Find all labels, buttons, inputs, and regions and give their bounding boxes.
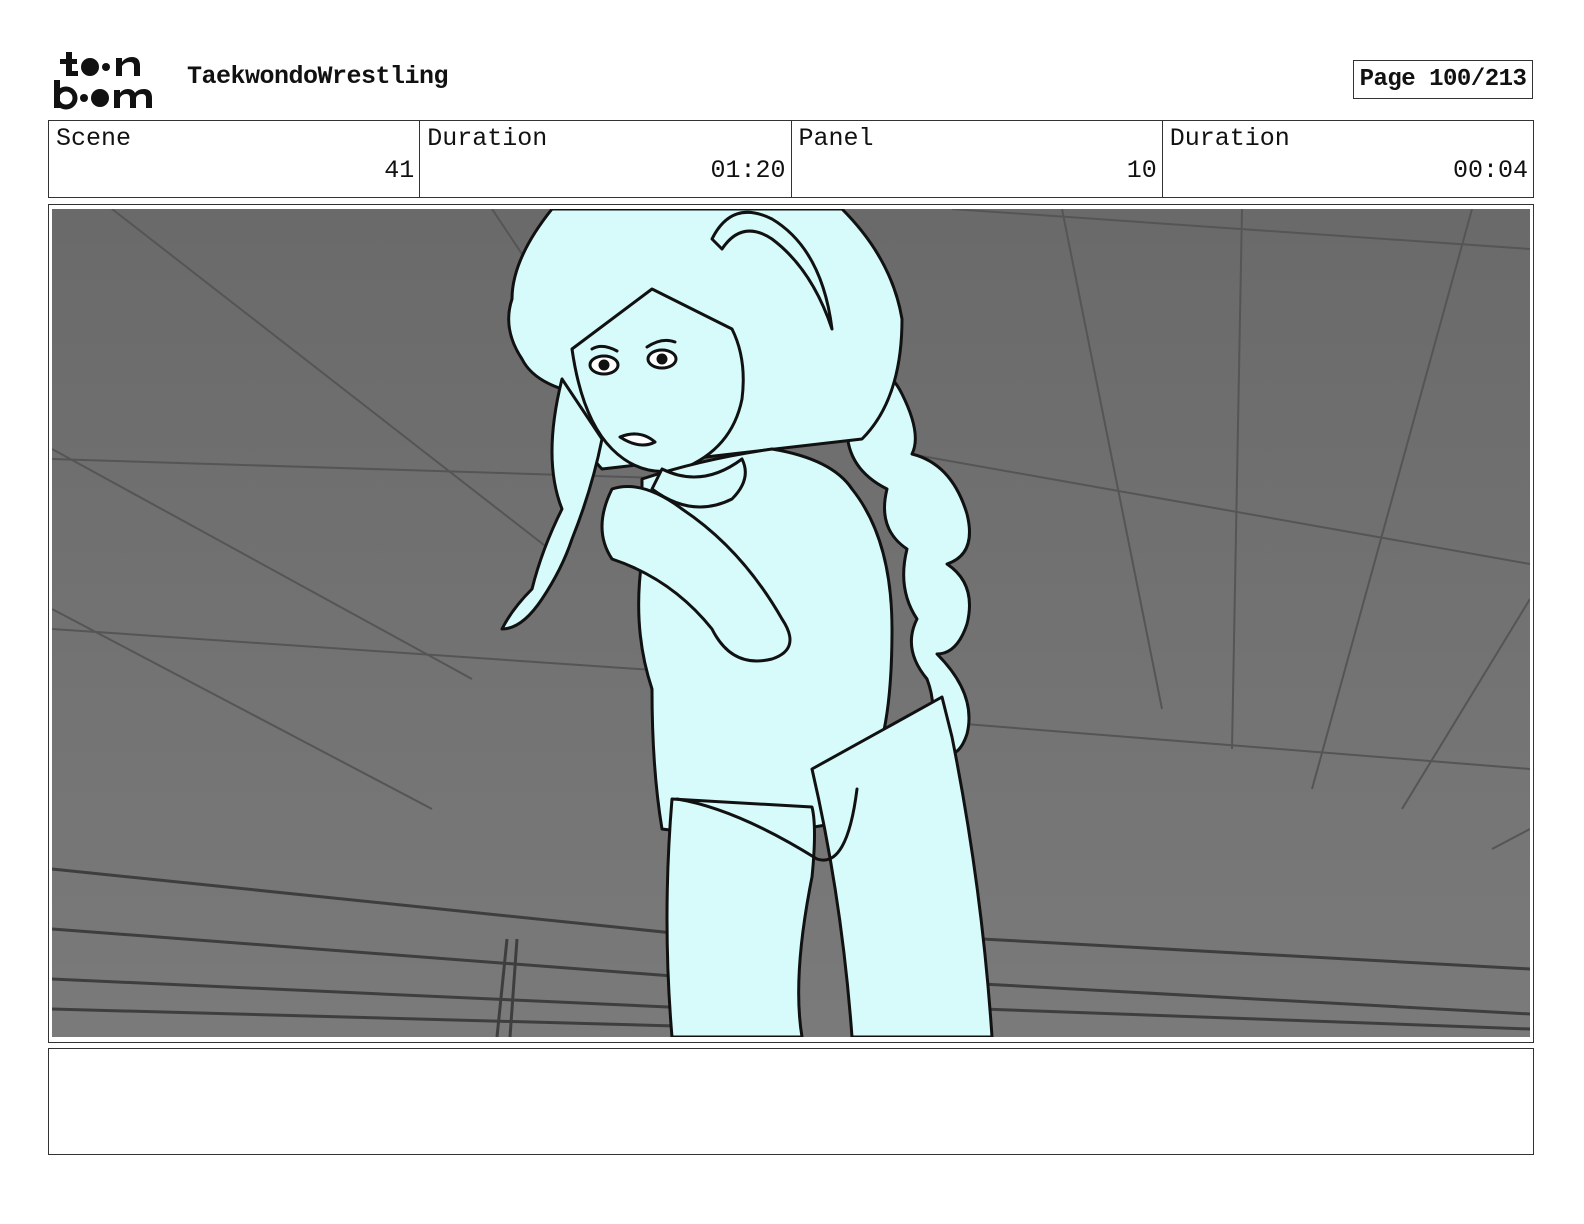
page-number: Page 100/213 [1353, 60, 1533, 99]
scene-cell: Scene 41 [49, 121, 421, 197]
panel-value: 10 [1126, 156, 1157, 185]
project-title: TaekwondoWrestling [187, 62, 449, 91]
scene-value: 41 [384, 156, 415, 185]
scene-duration-cell: Duration 01:20 [420, 121, 792, 197]
panel-duration-value: 00:04 [1452, 156, 1528, 185]
panel-duration-label: Duration [1169, 124, 1290, 153]
panel-cell: Panel 10 [792, 121, 1163, 197]
panel-notes [48, 1048, 1534, 1155]
info-table: Scene 41 Duration 01:20 Panel 10 Duratio… [48, 120, 1534, 198]
panel-label: Panel [798, 124, 874, 153]
storyboard-panel-image [52, 209, 1530, 1037]
panel-duration-cell: Duration 00:04 [1163, 121, 1533, 197]
scene-label: Scene [56, 124, 132, 153]
scene-duration-value: 01:20 [710, 156, 786, 185]
toonboom-logo [54, 52, 152, 110]
scene-duration-label: Duration [427, 124, 548, 153]
